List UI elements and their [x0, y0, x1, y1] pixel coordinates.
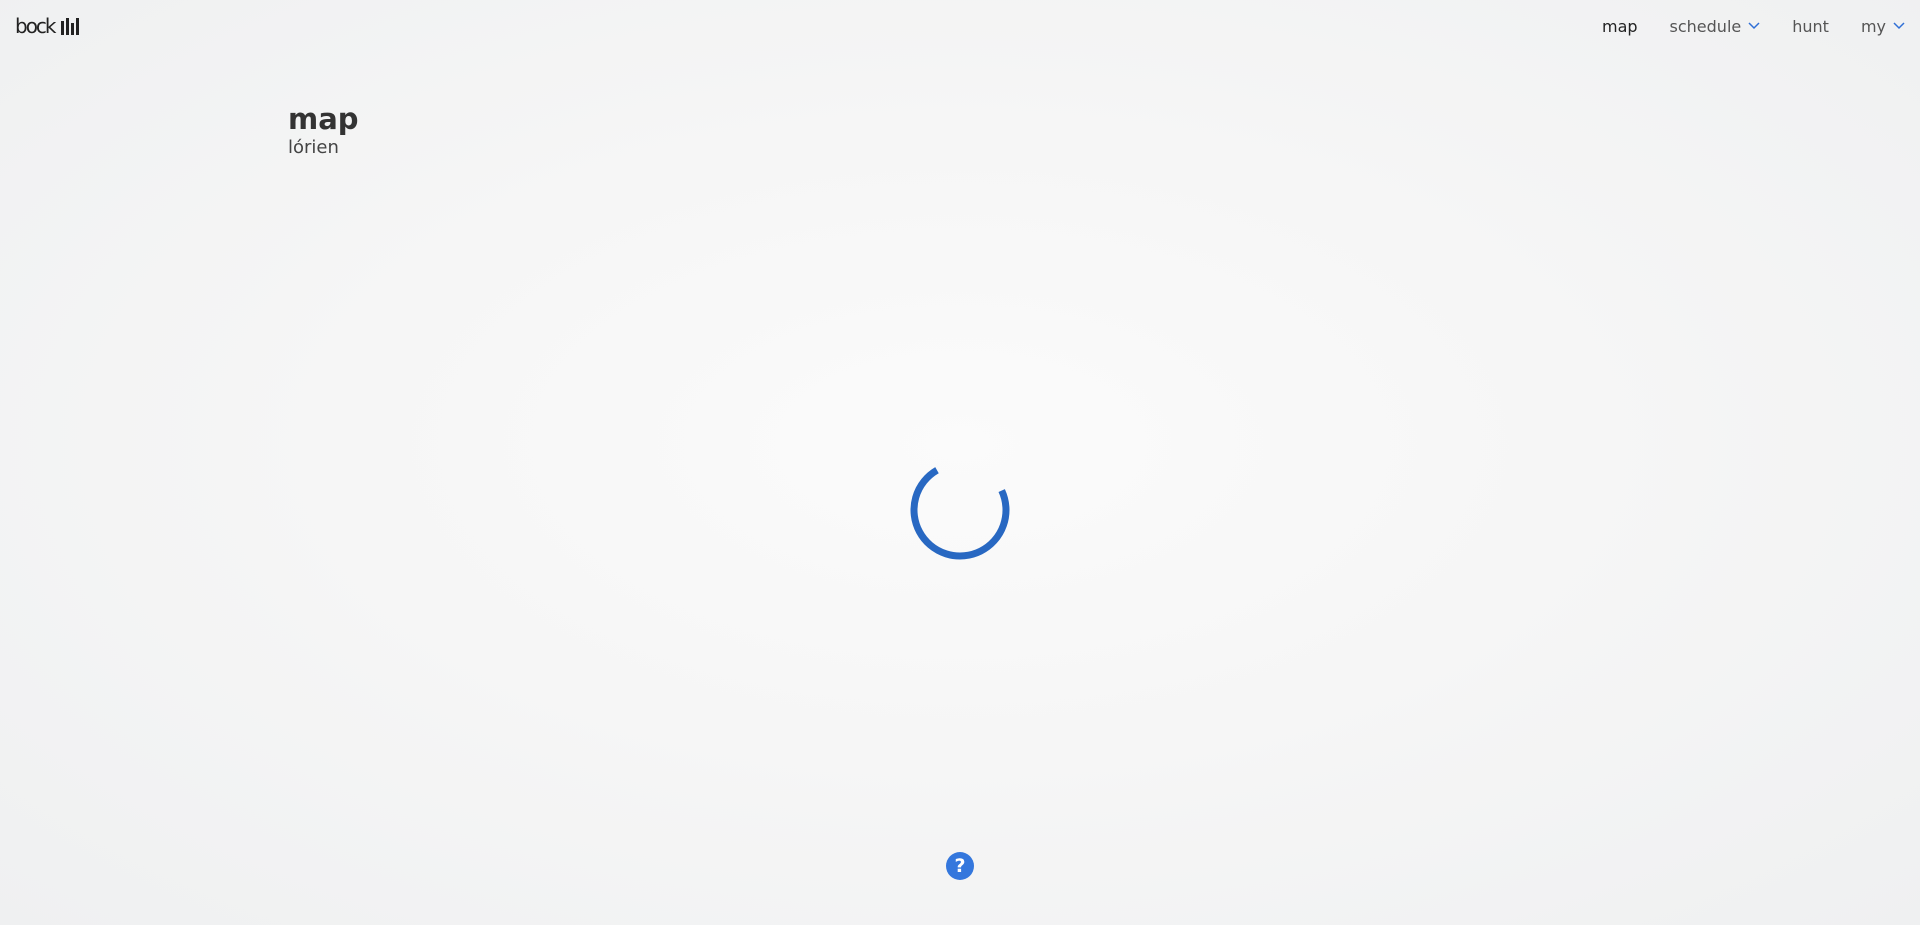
- nav-item-label: my: [1860, 16, 1886, 36]
- nav-item-label: schedule: [1669, 16, 1742, 36]
- nav-item-hunt[interactable]: hunt: [1792, 17, 1829, 36]
- page-header: map lórien: [288, 102, 359, 160]
- nav-item-schedule[interactable]: schedule: [1670, 17, 1761, 36]
- help-icon: ?: [954, 855, 966, 877]
- loading-spinner-icon: [910, 467, 1010, 560]
- nav-item-label: map: [1601, 16, 1638, 36]
- main-nav: map schedule hunt my: [1602, 14, 1920, 38]
- bookshelf-icon: [60, 17, 79, 35]
- nav-item-map[interactable]: map: [1602, 17, 1638, 36]
- logo-text: bock: [15, 14, 56, 38]
- chevron-down-icon: [1748, 22, 1760, 30]
- chevron-down-icon: [1893, 22, 1905, 30]
- nav-item-label: hunt: [1792, 16, 1829, 36]
- site-logo[interactable]: bock: [15, 15, 79, 37]
- page-title: map: [288, 102, 359, 136]
- nav-item-my[interactable]: my: [1861, 17, 1905, 36]
- top-navbar: bock map schedule hunt my: [0, 0, 1920, 52]
- help-button[interactable]: ?: [946, 852, 974, 880]
- page-subtitle: lórien: [288, 137, 339, 158]
